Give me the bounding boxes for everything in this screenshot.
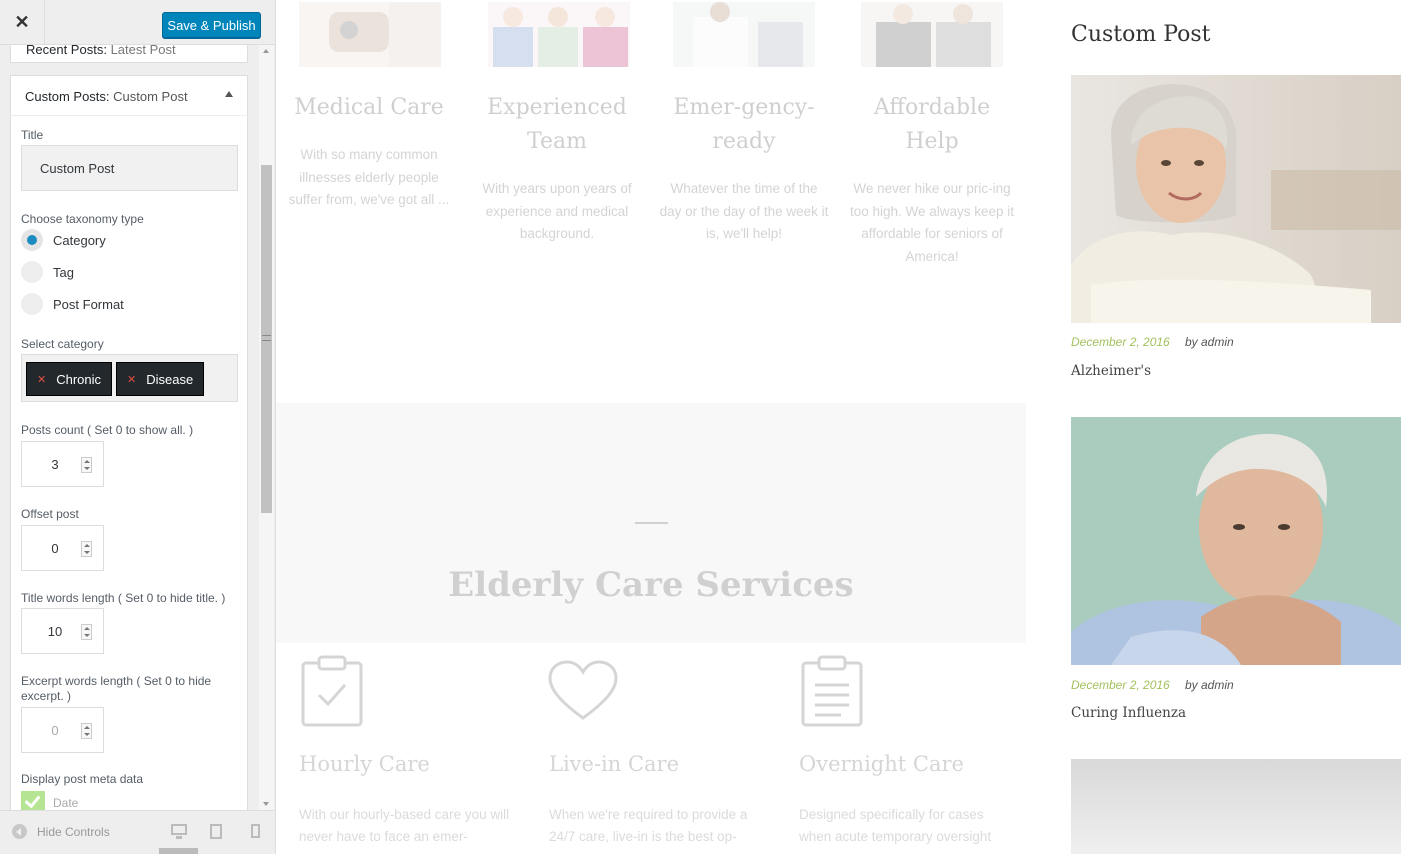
widget-type-label: Recent Posts: [26, 45, 107, 57]
post-date[interactable]: December 2, 2016 [1071, 678, 1170, 692]
service-name: Live-in Care [549, 752, 680, 776]
radio-post-format[interactable]: Post Format [21, 293, 124, 315]
service-name: Overnight Care [799, 752, 964, 776]
category-tag[interactable]: ✕ Disease [116, 362, 205, 396]
experienced-team-image [488, 2, 630, 67]
post-title[interactable]: Curing Influenza [1071, 705, 1186, 721]
category-tag-label: Chronic [56, 371, 102, 387]
services-title: Elderly Care Services [448, 565, 854, 605]
posts-count-input[interactable]: 3 [21, 441, 104, 487]
medical-care-image [299, 2, 441, 67]
radio-label: Post Format [53, 296, 124, 312]
hide-controls-button[interactable]: Hide Controls [12, 824, 110, 839]
title-words-value: 10 [47, 623, 63, 639]
mobile-preview-icon[interactable] [251, 824, 260, 838]
site-preview: Medical Care With so many common illness… [276, 0, 1419, 854]
radio-button[interactable] [21, 261, 43, 283]
title-words-label: Title words length ( Set 0 to hide title… [21, 591, 226, 605]
desktop-preview-icon[interactable] [171, 824, 187, 839]
customizer-header: ✕ Save & Publish [0, 0, 275, 45]
post-date[interactable]: December 2, 2016 [1071, 335, 1170, 349]
spinner-icon[interactable] [81, 624, 92, 640]
feature-text: We never hike our pric-ing too high. We … [849, 181, 1015, 264]
excerpt-words-value: 0 [51, 722, 59, 738]
widget-panel: Recent Posts: Latest Post Custom Posts: … [10, 45, 249, 810]
radio-label: Category [53, 232, 106, 248]
remove-icon[interactable]: ✕ [37, 373, 46, 386]
widget-form: Title Custom Post Choose taxonomy type C… [10, 115, 248, 810]
radio-label: Tag [53, 264, 74, 280]
title-input[interactable]: Custom Post [21, 145, 238, 191]
save-publish-button[interactable]: Save & Publish [162, 12, 261, 38]
widget-name: Custom Post [113, 89, 188, 104]
collapse-icon [12, 824, 27, 839]
excerpt-words-input[interactable]: 0 [21, 707, 104, 753]
post-title[interactable]: Alzheimer's [1071, 363, 1151, 379]
customizer-footer: Hide Controls [0, 810, 275, 854]
feature-text: With years upon years of experience and … [482, 181, 632, 241]
clipboard-list-icon [801, 655, 863, 727]
title-words-input[interactable]: 10 [21, 608, 104, 654]
offset-label: Offset post [21, 507, 79, 521]
section-divider [635, 522, 668, 524]
spinner-icon[interactable] [81, 457, 92, 473]
clipboard-check-icon [301, 655, 363, 727]
date-checkbox[interactable] [21, 791, 45, 810]
category-label: Select category [21, 337, 104, 351]
feature-title: Medical Care [294, 95, 444, 120]
posts-count-label: Posts count ( Set 0 to show all. ) [21, 423, 194, 437]
widget-custom-posts-header[interactable]: Custom Posts: Custom Post [10, 75, 248, 116]
radio-button[interactable] [21, 229, 43, 251]
spinner-icon[interactable] [81, 723, 92, 739]
offset-input[interactable]: 0 [21, 525, 104, 571]
emergency-ready-image [673, 2, 815, 67]
active-device-indicator [159, 848, 198, 854]
spinner-icon[interactable] [81, 541, 92, 557]
customizer-sidebar: ✕ Save & Publish Recent Posts: Latest Po… [0, 0, 276, 854]
service-name: Hourly Care [299, 752, 430, 776]
custom-post-widget-title: Custom Post [1071, 22, 1211, 47]
heart-icon [548, 660, 618, 720]
post-author[interactable]: by admin [1185, 335, 1234, 349]
category-tag-label: Disease [146, 371, 194, 387]
hide-controls-label: Hide Controls [37, 824, 110, 839]
taxonomy-label: Choose taxonomy type [21, 212, 144, 226]
service-text: When we're required to provide a 24/7 ca… [549, 807, 748, 844]
post-image-man[interactable] [1071, 417, 1401, 665]
widget-recent-posts[interactable]: Recent Posts: Latest Post [10, 45, 248, 63]
tablet-preview-icon[interactable] [210, 824, 222, 839]
affordable-help-image [861, 2, 1003, 67]
radio-category[interactable]: Category [21, 229, 106, 251]
service-text: With our hourly-based care you will neve… [299, 807, 510, 844]
post-image-partial[interactable] [1071, 759, 1401, 854]
date-option-label: Date [53, 796, 79, 810]
radio-button[interactable] [21, 293, 43, 315]
feature-title: Experienced Team [487, 95, 627, 154]
widget-type-label: Custom Posts: [25, 89, 110, 104]
close-customizer-button[interactable]: ✕ [0, 0, 45, 45]
feature-text: Whatever the time of the day or the day … [659, 181, 829, 241]
category-select[interactable]: ✕ Chronic ✕ Disease [21, 354, 238, 402]
radio-tag[interactable]: Tag [21, 261, 74, 283]
title-label: Title [21, 128, 44, 142]
post-author[interactable]: by admin [1185, 678, 1234, 692]
grip-icon [262, 335, 271, 341]
feature-title: Affordable Help [873, 95, 991, 154]
category-tag[interactable]: ✕ Chronic [26, 362, 113, 396]
service-text: Designed specifically for cases when acu… [799, 807, 992, 844]
excerpt-words-label: Excerpt words length ( Set 0 to hide exc… [21, 674, 212, 703]
scroll-down-icon[interactable] [263, 802, 269, 806]
widget-name: Latest Post [110, 45, 176, 57]
collapse-arrow-icon[interactable] [225, 91, 233, 97]
feature-text: With so many common illnesses elderly pe… [288, 147, 450, 207]
sidebar-scrollbar[interactable] [259, 45, 274, 810]
post-image-woman[interactable] [1071, 75, 1401, 323]
offset-value: 0 [51, 540, 59, 556]
scroll-up-icon[interactable] [263, 49, 269, 53]
posts-count-value: 3 [51, 456, 59, 472]
remove-icon[interactable]: ✕ [127, 373, 136, 386]
feature-title: Emer-gency-ready [673, 95, 815, 154]
meta-label: Display post meta data [21, 772, 144, 786]
